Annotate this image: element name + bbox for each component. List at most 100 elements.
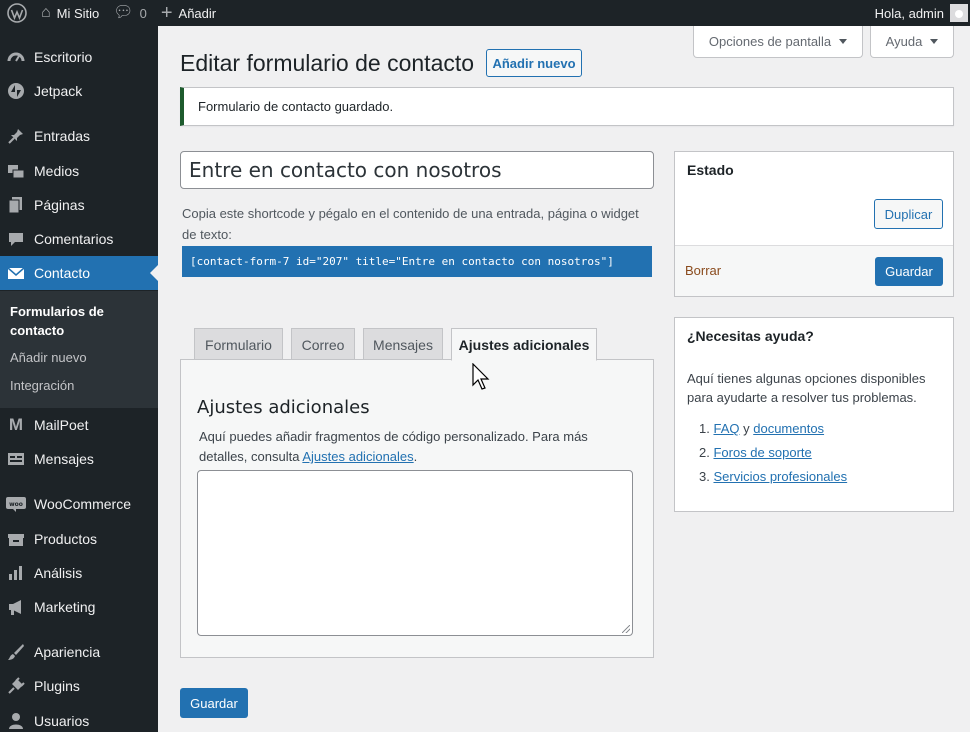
jetpack-icon: [6, 81, 26, 101]
analytics-icon: [6, 563, 26, 583]
submenu-item-anadir-nuevo[interactable]: Añadir nuevo: [10, 348, 87, 367]
resize-handle-icon[interactable]: [622, 625, 630, 633]
comments-link[interactable]: 💬︎ 0: [106, 0, 154, 26]
help-description: Aquí tienes algunas opciones disponibles…: [687, 371, 926, 405]
add-label: Añadir: [178, 5, 217, 21]
sidebar-item-label: Entradas: [34, 128, 91, 144]
dashboard-icon: [6, 47, 26, 67]
sidebar-item-marketing[interactable]: Marketing: [0, 590, 158, 624]
sidebar-item-escritorio[interactable]: Escritorio: [0, 40, 158, 74]
woocommerce-icon: woo: [6, 494, 26, 514]
sidebar-item-label: Productos: [34, 531, 98, 547]
tab-label: Ajustes adicionales: [458, 336, 590, 353]
sidebar-item-label: Marketing: [34, 599, 96, 615]
comments-icon: [6, 229, 26, 249]
site-name-link[interactable]: ⌂ Mi Sitio: [34, 0, 106, 26]
tab-label: Mensajes: [373, 336, 433, 353]
sidebar-item-label: MailPoet: [34, 417, 89, 433]
tab-ajustes-adicionales[interactable]: Ajustes adicionales: [451, 328, 597, 361]
sidebar-item-plugins[interactable]: Plugins: [0, 669, 158, 703]
sidebar-item-comentarios[interactable]: Comentarios: [0, 222, 158, 256]
shortcode-text: [contact-form-7 id="207" title="Entre en…: [190, 255, 614, 268]
panel-desc-suffix: .: [413, 449, 418, 464]
sidebar-item-label: Usuarios: [34, 713, 90, 729]
products-icon: [6, 529, 26, 549]
list-separator: y: [743, 421, 750, 436]
sidebar-item-medios[interactable]: Medios: [0, 154, 158, 188]
panel-title: Ajustes adicionales: [197, 397, 370, 418]
mail-icon: [6, 263, 26, 283]
list-number: 3.: [699, 469, 714, 484]
submenu-item-formularios[interactable]: Formularios de contacto: [10, 302, 120, 340]
users-icon: [6, 711, 26, 731]
list-number: 2.: [699, 445, 714, 460]
faq-link[interactable]: FAQ: [713, 421, 739, 436]
sidebar-item-label: Plugins: [34, 678, 80, 694]
sidebar-item-apariencia[interactable]: Apariencia: [0, 635, 158, 669]
sidebar-item-label: Contacto: [34, 265, 91, 281]
plugin-icon: [6, 676, 26, 696]
avatar: [950, 4, 968, 22]
sidebar-item-paginas[interactable]: Páginas: [0, 188, 158, 222]
sidebar-item-label: Escritorio: [34, 49, 93, 65]
sidebar-item-label: Páginas: [34, 197, 85, 213]
sidebar-item-label: Comentarios: [34, 231, 114, 247]
form-title-value: Entre en contacto con nosotros: [189, 158, 502, 182]
submenu-item-integracion[interactable]: Integración: [10, 376, 74, 395]
additional-settings-textarea[interactable]: [197, 470, 633, 636]
professional-services-link[interactable]: Servicios profesionales: [713, 469, 847, 484]
sidebar-item-entradas[interactable]: Entradas: [0, 119, 158, 153]
sidebar-item-mensajes[interactable]: Mensajes: [0, 442, 158, 476]
sidebar-item-mailpoet[interactable]: M MailPoet: [0, 408, 158, 442]
notice-text: Formulario de contacto guardado.: [198, 99, 394, 114]
support-forums-link[interactable]: Foros de soporte: [713, 445, 811, 460]
help-list-item: 3. Servicios profesionales: [699, 469, 847, 484]
panel-description: Aquí puedes añadir fragmentos de código …: [199, 427, 639, 467]
tab-correo[interactable]: Correo: [291, 328, 355, 360]
svg-text:woo: woo: [9, 501, 23, 508]
brush-icon: [6, 642, 26, 662]
sidebar-item-woocommerce[interactable]: woo WooCommerce: [0, 487, 158, 521]
pin-icon: [6, 126, 26, 146]
media-icon: [6, 161, 26, 181]
admin-bar: ⌂ Mi Sitio 💬︎ 0 + Añadir Hola, admin: [0, 0, 970, 26]
contacto-submenu: Formularios de contacto Añadir nuevo Int…: [0, 291, 158, 408]
admin-sidebar: Escritorio Jetpack Entradas Medios Págin…: [0, 26, 158, 732]
tab-formulario[interactable]: Formulario: [194, 328, 283, 360]
sidebar-item-jetpack[interactable]: Jetpack: [0, 74, 158, 108]
save-button-side[interactable]: Guardar: [875, 257, 943, 286]
tab-label: Correo: [301, 336, 345, 353]
help-list-item: 2. Foros de soporte: [699, 445, 812, 460]
sidebar-item-usuarios[interactable]: Usuarios: [0, 704, 158, 732]
sidebar-item-analisis[interactable]: Análisis: [0, 556, 158, 590]
help-list-item: 1. FAQ y documentos: [699, 421, 824, 436]
sidebar-item-productos[interactable]: Productos: [0, 522, 158, 556]
duplicate-button[interactable]: Duplicar: [874, 199, 943, 229]
home-icon: ⌂: [41, 4, 51, 21]
screen-options-label: Opciones de pantalla: [708, 34, 832, 49]
add-new-menu[interactable]: + Añadir: [154, 0, 223, 26]
wordpress-logo-icon[interactable]: [0, 0, 34, 26]
additional-settings-link[interactable]: Ajustes adicionales: [302, 449, 413, 464]
docs-link[interactable]: documentos: [753, 421, 824, 436]
form-title-input[interactable]: Entre en contacto con nosotros: [180, 151, 654, 189]
shortcode-field[interactable]: [contact-form-7 id="207" title="Entre en…: [182, 246, 652, 277]
help-button[interactable]: Ayuda: [870, 26, 954, 58]
tab-label: Formulario: [205, 336, 272, 353]
mouse-cursor-icon: [472, 363, 490, 390]
site-name: Mi Sitio: [56, 5, 100, 21]
my-account-menu[interactable]: Hola, admin: [868, 0, 970, 26]
sidebar-item-label: WooCommerce: [34, 496, 131, 512]
save-button-bottom[interactable]: Guardar: [180, 688, 248, 718]
sidebar-item-contacto[interactable]: Contacto: [0, 256, 158, 290]
comments-count: 0: [139, 5, 147, 21]
help-label: Ayuda: [885, 34, 923, 49]
delete-link[interactable]: Borrar: [685, 263, 721, 278]
screen-options-button[interactable]: Opciones de pantalla: [693, 26, 863, 58]
success-notice: Formulario de contacto guardado.: [180, 87, 954, 126]
caret-down-icon: [839, 39, 848, 44]
add-new-button[interactable]: Añadir nuevo: [486, 49, 582, 77]
greeting: Hola, admin: [874, 5, 944, 21]
tab-mensajes[interactable]: Mensajes: [363, 328, 443, 360]
status-box-title: Estado: [687, 162, 734, 178]
